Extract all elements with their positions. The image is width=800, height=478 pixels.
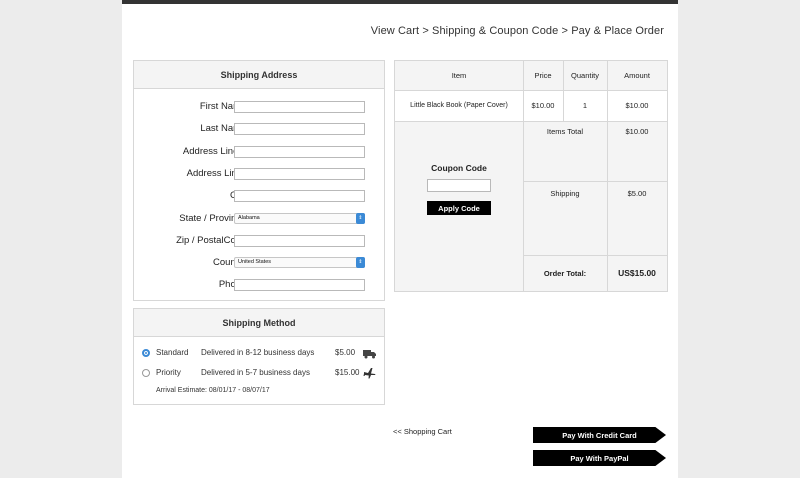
field-input[interactable] xyxy=(234,101,365,113)
address-row: Last Name* xyxy=(134,122,384,136)
coupon-code-input[interactable] xyxy=(427,179,491,192)
address-row: Phone* xyxy=(134,278,384,292)
arrival-estimate: Arrival Estimate: 08/01/17 - 08/07/17 xyxy=(156,387,270,394)
header-price: Price xyxy=(534,71,552,80)
shopping-cart-link[interactable]: << Shopping Cart xyxy=(393,427,452,436)
address-row: First Name* xyxy=(134,100,384,114)
field-input[interactable] xyxy=(234,145,365,158)
plane-icon xyxy=(363,368,376,379)
standard-radio[interactable] xyxy=(142,349,150,357)
shipping-option-standard[interactable]: Standard Delivered in 8-12 business days… xyxy=(142,347,378,361)
checkout-page: View Cart > Shipping & Coupon Code > Pay… xyxy=(122,0,678,478)
select-value: United States xyxy=(238,259,272,266)
header-quantity: Quantity xyxy=(571,71,599,80)
option-price: $15.00 xyxy=(335,368,360,377)
order-total-label: Order Total: xyxy=(543,268,587,278)
line-item-name: Little Black Book (Paper Cover) xyxy=(410,102,508,109)
address-row: Address Line 2 xyxy=(134,167,384,181)
field-input[interactable] xyxy=(234,279,365,292)
address-row: Zip / PostalCode* xyxy=(134,234,384,248)
field-select[interactable]: United States ⇕ xyxy=(234,257,365,269)
line-item-amount: $10.00 xyxy=(625,101,649,110)
shipping-label: Shipping xyxy=(550,188,580,198)
field-input[interactable] xyxy=(234,123,365,136)
divider xyxy=(395,121,667,122)
option-name: Standard xyxy=(156,348,189,357)
items-total-label: Items Total xyxy=(546,126,584,136)
option-name: Priority xyxy=(156,368,181,377)
option-desc: Delivered in 8-12 business days xyxy=(201,348,315,357)
field-input[interactable] xyxy=(234,234,365,247)
field-input[interactable] xyxy=(234,190,365,203)
shipping-value: $5.00 xyxy=(627,188,647,198)
header-item: Item xyxy=(451,71,467,80)
address-row: Address Line 1* xyxy=(134,145,384,159)
address-row: Country* United States ⇕ xyxy=(134,256,384,270)
pay-paypal-button[interactable]: Pay With PayPal xyxy=(533,450,666,466)
order-summary-table: Item Price Quantity Amount Little Black … xyxy=(394,60,668,292)
field-select[interactable]: Alabama ⇕ xyxy=(234,212,365,224)
shipping-option-priority[interactable]: Priority Delivered in 5-7 business days … xyxy=(142,367,378,381)
address-row: City* xyxy=(134,189,384,203)
shipping-method-title: Shipping Method xyxy=(134,309,384,337)
chevron-updown-icon: ⇕ xyxy=(356,257,365,269)
line-item-price: $10.00 xyxy=(531,101,555,110)
shipping-address-title: Shipping Address xyxy=(134,61,384,89)
pay-credit-card-button[interactable]: Pay With Credit Card xyxy=(533,427,666,443)
top-bar xyxy=(122,0,678,4)
divider xyxy=(523,181,667,182)
line-item-quantity: 1 xyxy=(582,101,588,110)
select-value: Alabama xyxy=(238,214,260,221)
header-amount: Amount xyxy=(624,71,650,80)
option-desc: Delivered in 5-7 business days xyxy=(201,368,310,377)
option-price: $5.00 xyxy=(335,348,356,357)
breadcrumb: View Cart > Shipping & Coupon Code > Pay… xyxy=(370,25,664,37)
shipping-method-panel: Shipping Method Standard Delivered in 8-… xyxy=(133,308,385,405)
items-total-value: $10.00 xyxy=(625,126,649,136)
truck-icon xyxy=(363,350,376,359)
address-row: State / Province* Alabama ⇕ xyxy=(134,212,384,226)
priority-radio[interactable] xyxy=(142,369,150,377)
chevron-updown-icon: ⇕ xyxy=(356,212,365,224)
field-input[interactable] xyxy=(234,167,365,180)
coupon-code-label: Coupon Code xyxy=(431,163,487,173)
apply-code-button[interactable]: Apply Code xyxy=(427,201,491,215)
order-total-value: US$15.00 xyxy=(618,268,656,278)
shipping-address-panel: Shipping Address First Name* Last Name* Ad… xyxy=(133,60,385,301)
